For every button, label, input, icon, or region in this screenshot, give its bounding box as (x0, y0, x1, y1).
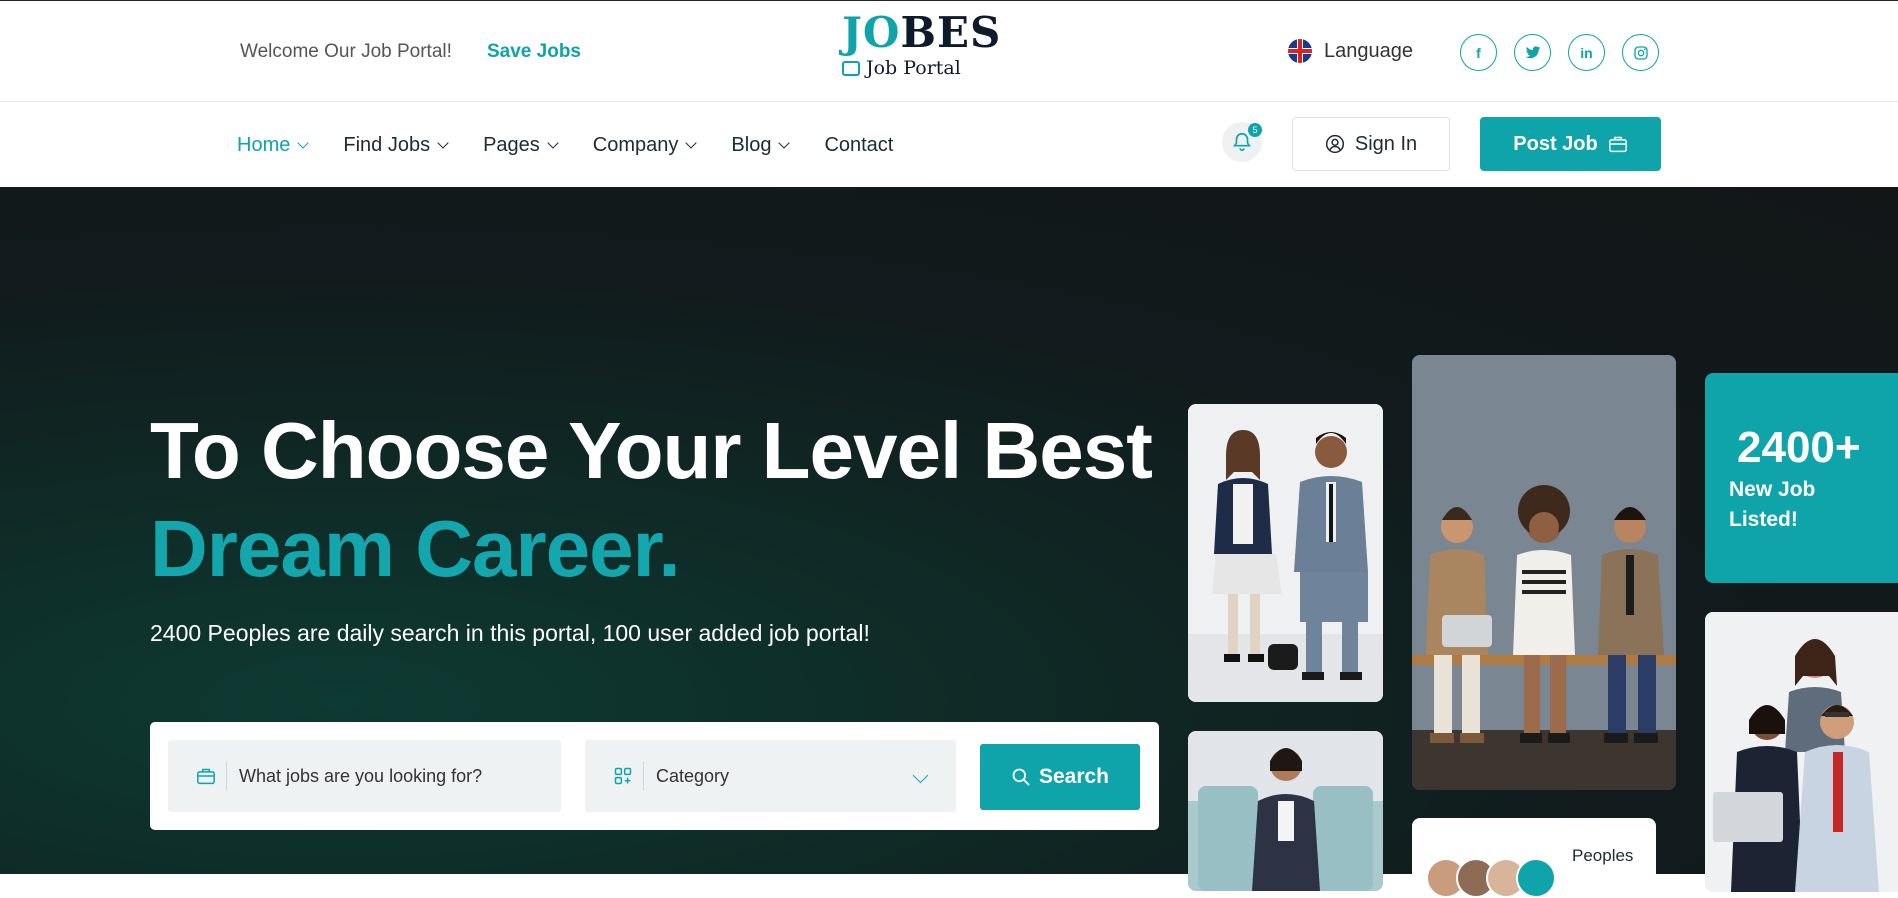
user-icon (1325, 134, 1344, 154)
site-logo[interactable]: JOBES Job Portal (842, 11, 1001, 79)
search-button-label: Search (1038, 765, 1110, 788)
nav-item-contact[interactable]: Contact (824, 134, 893, 157)
search-button[interactable]: Search (980, 744, 1140, 810)
briefcase-icon (1608, 136, 1627, 153)
hero-image-woman-seated (1188, 731, 1383, 891)
nav-contact-label: Contact (824, 134, 894, 156)
nav-item-pages[interactable]: Pages (483, 134, 559, 157)
field-divider (643, 762, 644, 790)
sign-in-label: Sign In (1354, 132, 1418, 155)
nav-item-company[interactable]: Company (592, 134, 698, 157)
job-search-form: What jobs are you looking for? Category … (150, 722, 1159, 830)
logo-bes: BES (900, 8, 1002, 57)
nav-item-home[interactable]: Home (237, 134, 310, 157)
nav-pages-label: Pages (483, 134, 540, 156)
hero-image-team-laptop (1705, 612, 1898, 892)
hero-headline-line1: To Choose Your Level Best (150, 406, 1153, 495)
main-nav: Home Find Jobs Pages Company Blog Contac… (237, 134, 929, 157)
social-links: f in (1460, 34, 1659, 71)
chevron-down-icon (437, 137, 449, 149)
hero-image-two-people-waiting (1188, 404, 1383, 702)
chevron-down-icon (297, 137, 310, 149)
job-keyword-field[interactable]: What jobs are you looking for? (168, 740, 561, 812)
save-jobs-link[interactable]: Save Jobs (487, 41, 581, 63)
nav-item-blog[interactable]: Blog (731, 134, 791, 157)
jobs-label: New Job Listed! (1729, 478, 1816, 531)
logo-jo: JO (842, 8, 901, 57)
nav-blog-label: Blog (731, 134, 772, 156)
jobs-count: 2400+ (1737, 423, 1861, 472)
uk-flag-icon (1288, 39, 1312, 63)
peoples-card: Peoples (1412, 818, 1656, 898)
language-label: Language (1324, 39, 1413, 62)
chevron-down-icon (685, 137, 698, 149)
post-job-label: Post Job (1513, 132, 1598, 155)
top-bar: Welcome Our Job Portal! Save Jobs JOBES … (0, 0, 1898, 102)
briefcase-icon (842, 60, 860, 76)
post-job-button[interactable]: Post Job (1480, 117, 1661, 171)
category-value: Category (656, 765, 730, 786)
hero-subtitle: 2400 Peoples are daily search in this po… (150, 620, 870, 646)
logo-tagline: Job Portal (842, 57, 1001, 79)
logo-sub-text: Job Portal (866, 57, 961, 79)
language-selector[interactable]: Language (1288, 39, 1413, 63)
sign-in-button[interactable]: Sign In (1292, 117, 1450, 171)
welcome-text: Welcome Our Job Portal! (240, 41, 452, 62)
briefcase-icon (196, 766, 216, 786)
avatar (1516, 858, 1556, 898)
twitter-icon[interactable] (1514, 34, 1551, 71)
field-divider (226, 762, 227, 790)
logo-wordmark: JOBES (842, 11, 1001, 55)
category-grid-icon (613, 766, 633, 786)
job-search-input[interactable]: What jobs are you looking for? (239, 766, 482, 787)
nav-find-jobs-label: Find Jobs (343, 134, 431, 156)
nav-company-label: Company (592, 134, 679, 156)
jobs-stat-card: 2400+ New Job Listed! (1705, 373, 1898, 583)
chevron-down-icon (778, 137, 791, 149)
chevron-down-icon (547, 137, 559, 149)
facebook-icon[interactable]: f (1460, 34, 1497, 71)
linkedin-icon[interactable]: in (1568, 34, 1605, 71)
hero-headline-line2: Dream Career. (150, 504, 681, 593)
notification-badge: 5 (1248, 123, 1262, 137)
chevron-down-icon (912, 767, 929, 784)
peoples-label: Peoples (1572, 846, 1634, 865)
avatar-group (1426, 858, 1556, 898)
instagram-icon[interactable] (1622, 34, 1659, 71)
nav-home-label: Home (237, 134, 291, 156)
category-select[interactable]: Category (585, 740, 956, 812)
nav-item-find-jobs[interactable]: Find Jobs (343, 134, 449, 157)
search-icon (1012, 768, 1030, 786)
hero-image-three-people-bench (1412, 355, 1676, 790)
